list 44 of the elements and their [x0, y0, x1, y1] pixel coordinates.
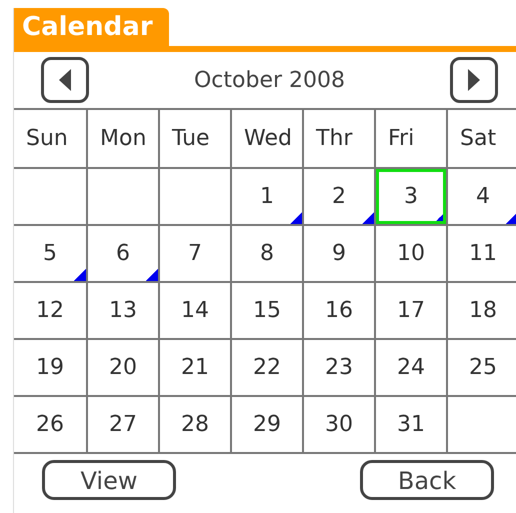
day-cell[interactable]: 2 — [304, 169, 376, 226]
day-cell[interactable]: 20 — [88, 340, 160, 397]
day-cell[interactable]: 25 — [448, 340, 516, 397]
day-cell[interactable]: 6 — [88, 226, 160, 283]
day-cell[interactable]: 23 — [304, 340, 376, 397]
day-cell[interactable]: 7 — [160, 226, 232, 283]
weekday-header: Thr — [316, 125, 352, 153]
day-cell[interactable]: 3 — [376, 169, 448, 226]
next-month-button[interactable] — [450, 57, 498, 103]
day-cell[interactable]: 1 — [232, 169, 304, 226]
day-cell[interactable]: 17 — [376, 283, 448, 340]
day-cell[interactable]: 12 — [14, 283, 88, 340]
weekday-header: Tue — [172, 125, 210, 153]
day-cell[interactable]: 26 — [14, 397, 88, 454]
day-cell[interactable]: 22 — [232, 340, 304, 397]
back-button[interactable]: Back — [360, 460, 494, 500]
weekday-header: Sat — [460, 125, 496, 153]
day-cell[interactable]: 10 — [376, 226, 448, 283]
day-cell[interactable]: 31 — [376, 397, 448, 454]
weekday-header: Wed — [244, 125, 292, 153]
left-triangle-icon — [59, 69, 71, 91]
day-cell[interactable]: 28 — [160, 397, 232, 454]
month-title: October 2008 — [194, 66, 346, 94]
day-cell[interactable]: 21 — [160, 340, 232, 397]
weekday-header: Fri — [388, 125, 414, 153]
day-cell[interactable]: 8 — [232, 226, 304, 283]
day-cell[interactable]: 19 — [14, 340, 88, 397]
day-cell[interactable]: 16 — [304, 283, 376, 340]
right-triangle-icon — [468, 69, 480, 91]
day-cell[interactable]: 9 — [304, 226, 376, 283]
day-cell[interactable]: 11 — [448, 226, 516, 283]
day-cell[interactable]: 5 — [14, 226, 88, 283]
day-cell[interactable]: 29 — [232, 397, 304, 454]
day-cell[interactable]: 13 — [88, 283, 160, 340]
day-cell[interactable]: 24 — [376, 340, 448, 397]
weekday-header: Sun — [26, 125, 68, 153]
day-cell[interactable]: 30 — [304, 397, 376, 454]
day-cell[interactable]: 15 — [232, 283, 304, 340]
view-button[interactable]: View — [42, 460, 176, 500]
previous-month-button[interactable] — [41, 57, 89, 103]
weekday-header: Mon — [100, 125, 146, 153]
day-cell[interactable]: 18 — [448, 283, 516, 340]
day-cell[interactable]: 27 — [88, 397, 160, 454]
day-cell[interactable]: 14 — [160, 283, 232, 340]
